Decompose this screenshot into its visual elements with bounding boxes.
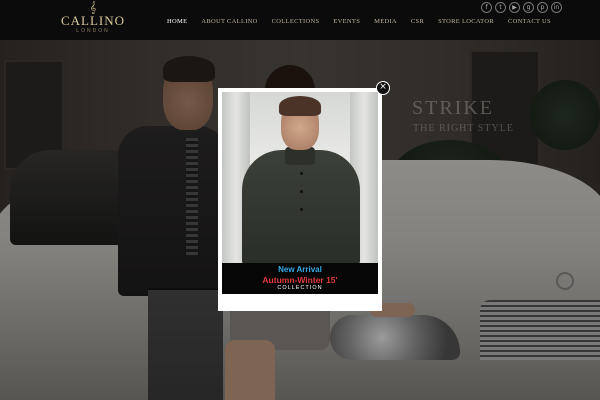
- popup-model-image[interactable]: [222, 92, 378, 263]
- nav-home[interactable]: HOME: [160, 16, 194, 28]
- collection-label: COLLECTION: [277, 285, 323, 291]
- nav-about-callino[interactable]: ABOUT CALLINO: [194, 16, 264, 28]
- google-plus-icon[interactable]: g: [523, 2, 534, 13]
- nav-events[interactable]: EVENTS: [326, 16, 367, 28]
- nav-contact-us[interactable]: CONTACT US: [501, 16, 558, 28]
- twitter-icon[interactable]: t: [495, 2, 506, 13]
- facebook-icon[interactable]: f: [481, 2, 492, 13]
- nav-collections[interactable]: COLLECTIONS: [265, 16, 327, 28]
- new-arrival-banner[interactable]: New Arrival Autumn-Winter 15' COLLECTION: [222, 263, 378, 294]
- callino-logo[interactable]: 𝄞 CALLINO LONDON: [58, 2, 128, 36]
- linkedin-icon[interactable]: in: [551, 2, 562, 13]
- nav-csr[interactable]: CSR: [404, 16, 431, 28]
- pinterest-icon[interactable]: p: [537, 2, 548, 13]
- close-icon[interactable]: ×: [376, 81, 390, 95]
- season-label: Autumn-Winter 15': [262, 275, 338, 285]
- main-nav: HOME ABOUT CALLINO COLLECTIONS EVENTS ME…: [160, 16, 558, 28]
- site-header: 𝄞 CALLINO LONDON HOME ABOUT CALLINO COLL…: [0, 0, 600, 40]
- logo-subtext: LONDON: [76, 28, 110, 34]
- new-arrival-label: New Arrival: [278, 265, 322, 274]
- model-jacket: [242, 150, 360, 263]
- logo-text: CALLINO: [60, 13, 126, 28]
- youtube-icon[interactable]: ▶: [509, 2, 520, 13]
- social-links: f t ▶ g p in: [481, 2, 562, 13]
- nav-media[interactable]: MEDIA: [367, 16, 404, 28]
- new-arrival-popup: New Arrival Autumn-Winter 15' COLLECTION: [218, 88, 382, 311]
- nav-store-locator[interactable]: STORE LOCATOR: [431, 16, 501, 28]
